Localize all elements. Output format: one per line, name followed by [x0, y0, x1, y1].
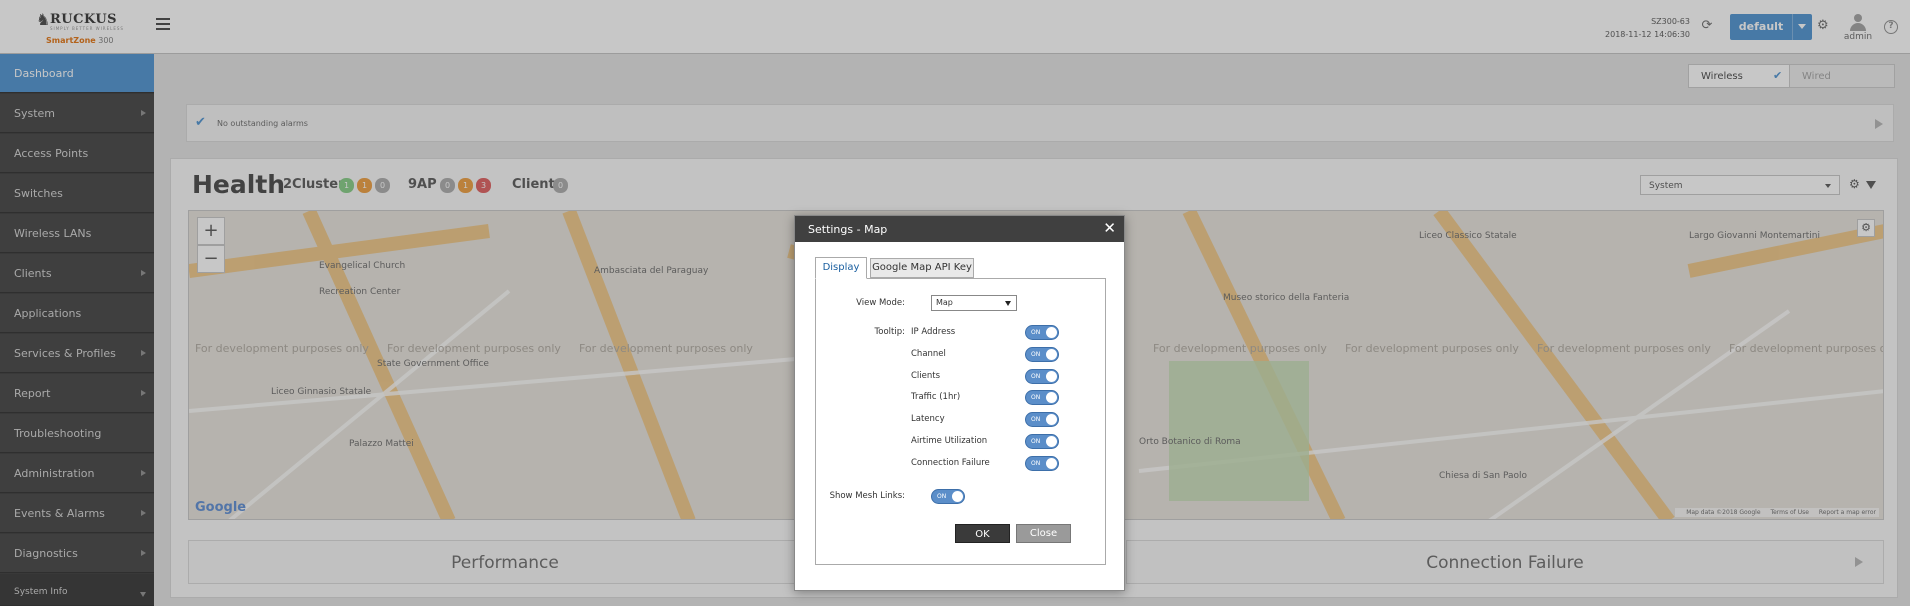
dialog-header: Settings - Map ✕ — [795, 216, 1124, 242]
tooltip-option-label: Clients — [911, 371, 941, 381]
tooltip-label: Tooltip: — [874, 327, 905, 337]
tab-display[interactable]: Display — [815, 257, 867, 279]
ok-button[interactable]: OK — [955, 524, 1010, 543]
view-mode-select[interactable]: Map — [931, 295, 1017, 311]
channel-toggle[interactable]: ON — [1025, 347, 1059, 362]
dialog-title: Settings - Map — [808, 223, 888, 236]
airtime-utilization-toggle[interactable]: ON — [1025, 434, 1059, 449]
close-button[interactable]: Close — [1016, 524, 1071, 543]
show-mesh-links-label: Show Mesh Links: — [829, 491, 905, 501]
chevron-down-icon — [1005, 301, 1011, 306]
tab-google-map-api-key[interactable]: Google Map API Key — [870, 258, 974, 278]
latency-toggle[interactable]: ON — [1025, 412, 1059, 427]
traffic-toggle[interactable]: ON — [1025, 390, 1059, 405]
show-mesh-links-toggle[interactable]: ON — [931, 489, 965, 504]
close-icon[interactable]: ✕ — [1103, 220, 1116, 236]
clients-toggle[interactable]: ON — [1025, 369, 1059, 384]
display-tab-panel — [815, 278, 1106, 565]
tooltip-option-label: Latency — [911, 414, 945, 424]
tooltip-option-label: IP Address — [911, 327, 956, 337]
tooltip-option-label: Channel — [911, 349, 946, 359]
ip-address-toggle[interactable]: ON — [1025, 325, 1059, 340]
tooltip-option-label: Connection Failure — [911, 458, 990, 468]
connection-failure-toggle[interactable]: ON — [1025, 456, 1059, 471]
tooltip-option-label: Traffic (1hr) — [911, 392, 961, 402]
settings-map-dialog: Settings - Map ✕ Display Google Map API … — [794, 215, 1125, 591]
view-mode-label: View Mode: — [856, 298, 905, 308]
tooltip-option-label: Airtime Utilization — [911, 436, 988, 446]
